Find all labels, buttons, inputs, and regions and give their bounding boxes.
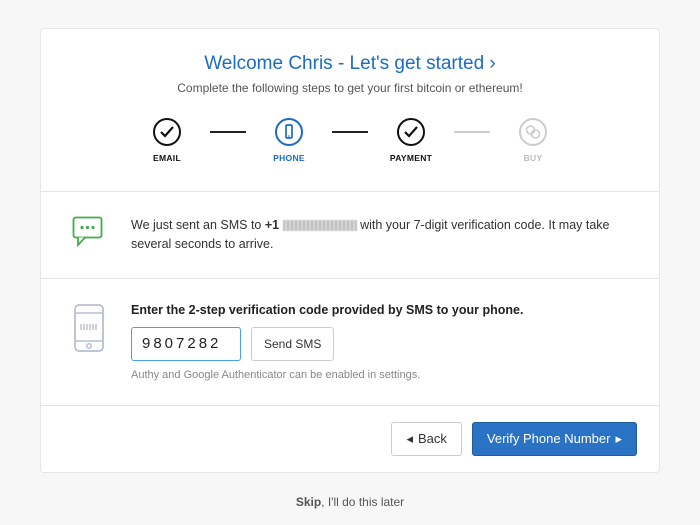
progress-steps: EMAIL PHONE PAYMENT BUY [65,117,635,171]
phone-device-icon [69,303,109,353]
step-label: EMAIL [153,153,181,163]
onboarding-card: Welcome Chris - Let's get started › Comp… [40,28,660,473]
step-email: EMAIL [140,117,194,163]
sms-notice-text: We just sent an SMS to +1 with your 7-di… [131,216,631,254]
verify-hint: Authy and Google Authenticator can be en… [131,369,523,381]
verify-phone-button[interactable]: Verify Phone Number ▸ [472,422,637,456]
phone-circle-icon [274,117,304,147]
action-bar: ◂ Back Verify Phone Number ▸ [41,405,659,472]
verify-label: Verify Phone Number [487,431,611,446]
checkmark-circle-icon [396,117,426,147]
back-label: Back [418,431,447,446]
checkmark-circle-icon [152,117,182,147]
step-divider [332,131,368,133]
sms-prefix: We just sent an SMS to [131,218,265,232]
code-row: Send SMS [131,327,523,361]
send-sms-button[interactable]: Send SMS [251,327,334,361]
step-label: PHONE [273,153,305,163]
phone-country-code: +1 [265,218,279,232]
step-divider [210,131,246,133]
redacted-phone [283,220,357,231]
skip-rest: , I'll do this later [321,495,404,509]
skip-link[interactable]: Skip, I'll do this later [40,495,660,509]
card-header: Welcome Chris - Let's get started › Comp… [41,29,659,191]
step-payment: PAYMENT [384,117,438,163]
sms-notice-section: We just sent an SMS to +1 with your 7-di… [41,191,659,278]
step-label: BUY [524,153,543,163]
page-subtitle: Complete the following steps to get your… [65,81,635,95]
verify-section: Enter the 2-step verification code provi… [41,278,659,405]
verification-code-input[interactable] [131,327,241,361]
verify-content: Enter the 2-step verification code provi… [131,303,523,381]
step-buy: BUY [506,117,560,163]
step-phone: PHONE [262,117,316,163]
step-divider [454,131,490,133]
verify-title: Enter the 2-step verification code provi… [131,303,523,317]
sms-bubble-icon [69,216,109,248]
arrow-right-icon: ▸ [615,431,622,447]
skip-bold: Skip [296,495,321,509]
coins-circle-icon [518,117,548,147]
back-button[interactable]: ◂ Back [391,422,461,456]
step-label: PAYMENT [390,153,432,163]
page-title[interactable]: Welcome Chris - Let's get started › [65,53,635,75]
arrow-left-icon: ◂ [406,431,413,447]
